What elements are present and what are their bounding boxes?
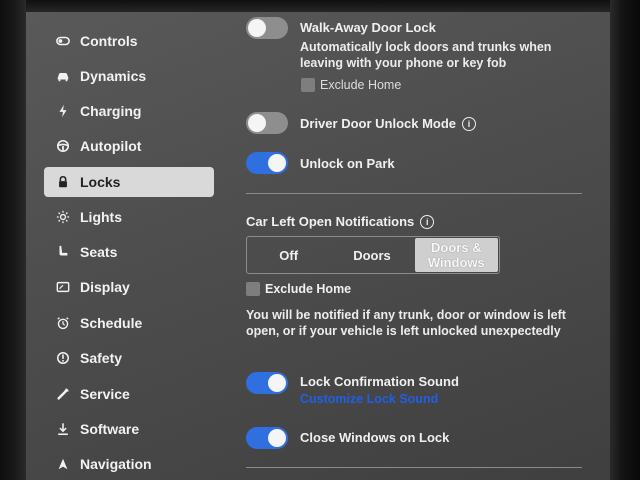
driver-door-unlock-label: Driver Door Unlock Mode i bbox=[300, 116, 477, 131]
screen-bezel-left bbox=[0, 0, 26, 480]
walkaway-exclude-home-checkbox[interactable] bbox=[301, 78, 315, 92]
lock-confirmation-sound-label: Lock Confirmation Sound bbox=[300, 374, 459, 389]
notifications-option-off[interactable]: Off bbox=[247, 237, 330, 273]
navigation-arrow-icon bbox=[54, 455, 72, 473]
sidebar-item-lights[interactable]: Lights bbox=[44, 202, 214, 232]
sidebar-item-locks[interactable]: Locks bbox=[44, 167, 214, 197]
download-icon bbox=[54, 420, 72, 438]
toggle-knob bbox=[268, 374, 286, 392]
notifications-option-doors-windows[interactable]: Doors & Windows bbox=[414, 238, 498, 272]
notifications-option-doors-windows-label: Doors & Windows bbox=[427, 240, 485, 270]
sidebar-item-label: Service bbox=[80, 386, 130, 402]
sidebar-item-label: Safety bbox=[80, 350, 123, 366]
display-icon bbox=[54, 278, 72, 296]
sidebar-item-label: Lights bbox=[80, 209, 122, 225]
notifications-exclude-home-checkbox[interactable] bbox=[246, 282, 260, 296]
driver-door-unlock-text: Driver Door Unlock Mode bbox=[300, 116, 457, 131]
screen-bezel-right bbox=[610, 0, 640, 480]
sidebar-item-software[interactable]: Software bbox=[44, 414, 214, 444]
toggle-icon bbox=[54, 32, 72, 50]
sidebar-item-display[interactable]: Display bbox=[44, 272, 214, 302]
info-icon[interactable]: i bbox=[420, 215, 435, 229]
driver-door-unlock-toggle[interactable] bbox=[246, 112, 288, 134]
sidebar-item-service[interactable]: Service bbox=[44, 379, 214, 409]
sidebar-item-schedule[interactable]: Schedule bbox=[44, 308, 214, 338]
info-icon[interactable]: i bbox=[462, 117, 477, 131]
settings-screen: Controls Dynamics Charging Autopilot Loc… bbox=[0, 0, 640, 480]
walkaway-door-lock-label: Walk-Away Door Lock bbox=[300, 20, 436, 35]
sidebar-item-label: Locks bbox=[80, 174, 121, 190]
section-divider bbox=[246, 467, 582, 468]
sidebar-item-label: Navigation bbox=[80, 456, 152, 472]
notifications-segmented-control: Off Doors Doors & Windows bbox=[246, 236, 500, 274]
notifications-description: You will be notified if any trunk, door … bbox=[246, 308, 566, 338]
sidebar-item-controls[interactable]: Controls bbox=[44, 26, 214, 56]
alert-icon bbox=[54, 349, 72, 367]
section-divider bbox=[246, 193, 582, 194]
close-windows-on-lock-toggle[interactable] bbox=[246, 427, 288, 449]
notifications-title: Car Left Open Notifications i bbox=[246, 214, 435, 229]
sidebar-item-label: Dynamics bbox=[80, 68, 147, 84]
sidebar-item-label: Display bbox=[80, 279, 130, 295]
sidebar-item-label: Schedule bbox=[80, 315, 143, 331]
sidebar-item-safety[interactable]: Safety bbox=[44, 343, 214, 373]
wrench-icon bbox=[54, 385, 72, 403]
sun-icon bbox=[54, 208, 72, 226]
sidebar-item-label: Seats bbox=[80, 244, 118, 260]
notifications-title-text: Car Left Open Notifications bbox=[246, 214, 415, 229]
notifications-option-doors[interactable]: Doors bbox=[330, 237, 413, 273]
notifications-exclude-home-label: Exclude Home bbox=[265, 282, 352, 296]
customize-lock-sound-link[interactable]: Customize Lock Sound bbox=[300, 392, 438, 406]
sidebar-item-label: Autopilot bbox=[80, 138, 142, 154]
unlock-on-park-toggle[interactable] bbox=[246, 152, 288, 174]
sidebar-item-label: Software bbox=[80, 421, 140, 437]
toggle-knob bbox=[268, 154, 286, 172]
toggle-knob bbox=[268, 429, 286, 447]
toggle-knob bbox=[248, 114, 266, 132]
close-windows-on-lock-label: Close Windows on Lock bbox=[300, 430, 450, 445]
unlock-on-park-label: Unlock on Park bbox=[300, 156, 395, 171]
walkaway-door-lock-description: Automatically lock doors and trunks when… bbox=[300, 40, 552, 70]
steering-wheel-icon bbox=[54, 137, 72, 155]
sidebar-item-label: Charging bbox=[80, 103, 142, 119]
sidebar-item-label: Controls bbox=[80, 33, 138, 49]
walkaway-exclude-home-label: Exclude Home bbox=[320, 78, 402, 92]
lock-confirmation-sound-toggle[interactable] bbox=[246, 372, 288, 394]
lightning-icon bbox=[54, 102, 72, 120]
seat-icon bbox=[54, 243, 72, 261]
car-icon bbox=[54, 67, 72, 85]
sidebar-item-charging[interactable]: Charging bbox=[44, 96, 214, 126]
walkaway-door-lock-toggle[interactable] bbox=[246, 17, 288, 39]
toggle-knob bbox=[248, 19, 266, 37]
sidebar-item-seats[interactable]: Seats bbox=[44, 237, 214, 267]
sidebar-item-navigation[interactable]: Navigation bbox=[44, 449, 214, 479]
screen-bezel-top bbox=[0, 0, 640, 12]
sidebar-item-autopilot[interactable]: Autopilot bbox=[44, 131, 214, 161]
alarm-clock-icon bbox=[54, 314, 72, 332]
sidebar-item-dynamics[interactable]: Dynamics bbox=[44, 61, 214, 91]
lock-icon bbox=[54, 173, 72, 191]
